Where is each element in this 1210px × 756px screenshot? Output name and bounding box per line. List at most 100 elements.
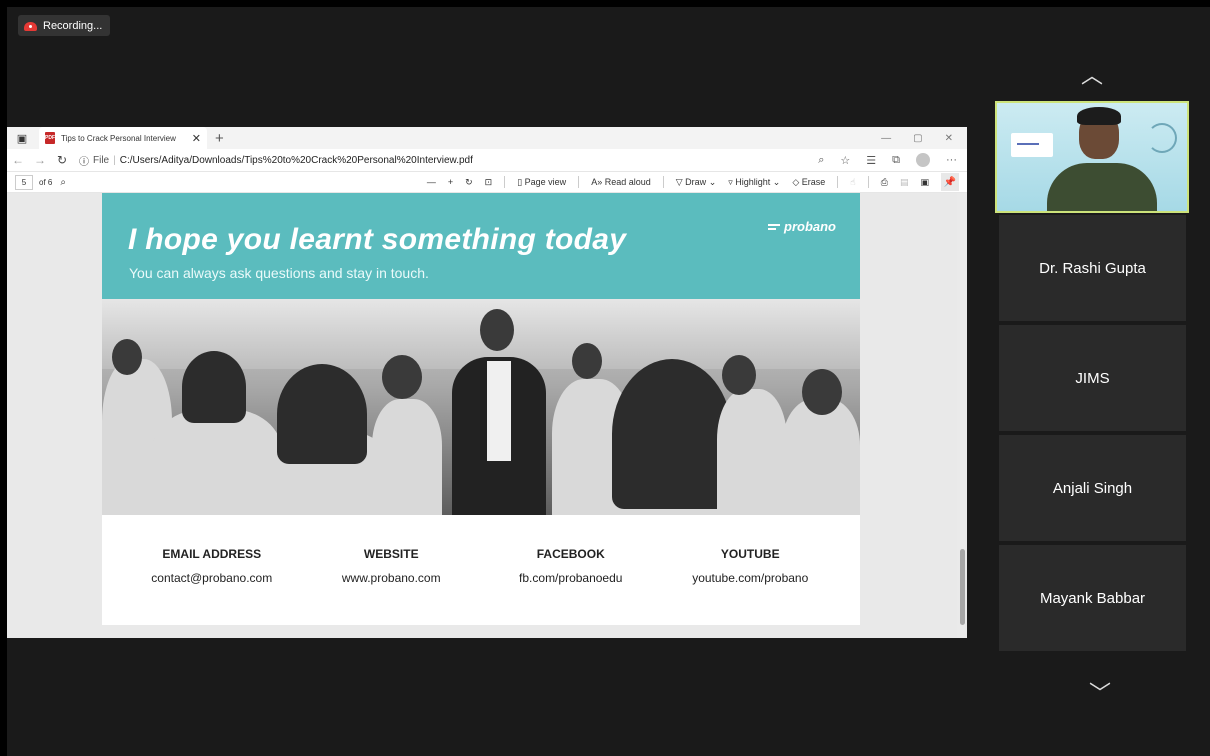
zoom-out-icon[interactable]: — bbox=[427, 177, 436, 187]
contact-label: YOUTUBE bbox=[720, 547, 780, 561]
favorites-icon[interactable]: ☰ bbox=[866, 154, 876, 167]
participant-tile[interactable]: Dr. Rashi Gupta bbox=[999, 215, 1186, 321]
photo-speaker-shirt bbox=[487, 361, 511, 461]
contact-value: contact@probano.com bbox=[151, 571, 273, 585]
shared-browser-window: ▣ PDF Tips to Crack Personal Interview ✕… bbox=[7, 127, 967, 638]
url-scheme-label: File bbox=[93, 154, 110, 166]
photo-figure bbox=[372, 399, 442, 515]
photo-figure bbox=[782, 399, 860, 515]
background-graphic bbox=[1011, 133, 1053, 157]
browser-actions: ⌕ ☆ ☰ ⧉ ··· bbox=[818, 153, 967, 167]
info-icon[interactable]: ⓘ bbox=[79, 153, 89, 168]
participant-name: Anjali Singh bbox=[1052, 479, 1133, 497]
photo-figure bbox=[722, 355, 756, 395]
draw-button[interactable]: ▽ Draw ⌄ bbox=[676, 177, 716, 188]
photo-figure bbox=[112, 339, 142, 375]
page-total: of 6 bbox=[39, 177, 53, 187]
save-as-icon[interactable]: ▣ bbox=[920, 177, 929, 188]
close-window-icon[interactable]: ✕ bbox=[945, 133, 953, 144]
scroll-down-icon[interactable]: ﹀ bbox=[1080, 676, 1120, 708]
read-aloud-label: Read aloud bbox=[604, 177, 651, 187]
rotate-icon[interactable]: ↻ bbox=[465, 177, 473, 188]
collections-icon[interactable]: ⧉ bbox=[892, 154, 900, 167]
group-photo bbox=[102, 299, 860, 515]
scrollbar-thumb[interactable] bbox=[960, 549, 965, 625]
contact-facebook: FACEBOOK fb.com/probanoedu bbox=[486, 547, 656, 625]
erase-label: Erase bbox=[801, 176, 826, 187]
photo-speaker-head bbox=[480, 309, 514, 351]
self-video-tile[interactable] bbox=[995, 101, 1189, 213]
touch-icon[interactable]: ☝ bbox=[850, 177, 855, 188]
slide-subtitle: You can always ask questions and stay in… bbox=[129, 265, 429, 281]
page-view-label: Page view bbox=[524, 176, 567, 187]
forward-icon[interactable]: → bbox=[29, 153, 51, 167]
cloud-record-icon bbox=[24, 21, 37, 31]
divider bbox=[837, 176, 839, 188]
participant-tile[interactable]: Mayank Babbar bbox=[999, 545, 1186, 651]
pdf-scrollbar[interactable] bbox=[957, 193, 967, 638]
refresh-icon[interactable]: ↻ bbox=[51, 153, 73, 167]
participant-body bbox=[1047, 163, 1157, 211]
erase-button[interactable]: ◇ Erase bbox=[792, 177, 825, 188]
fit-page-icon[interactable]: ⊡ bbox=[485, 177, 493, 188]
page-view-button[interactable]: ▯ Page view bbox=[517, 177, 566, 188]
contact-label: WEBSITE bbox=[363, 547, 419, 561]
tab-title: Tips to Crack Personal Interview bbox=[61, 133, 176, 143]
divider bbox=[504, 176, 506, 188]
maximize-icon[interactable]: ▢ bbox=[913, 133, 922, 144]
url-divider: | bbox=[113, 154, 116, 166]
divider bbox=[662, 176, 664, 188]
pdf-toolbar: 5 of 6 ⌕ — + ↻ ⊡ ▯ Page view A» Read alo… bbox=[7, 171, 967, 193]
photo-figure bbox=[382, 355, 422, 399]
new-tab-icon[interactable]: + bbox=[215, 130, 224, 147]
zoom-icon[interactable]: ⌕ bbox=[818, 154, 824, 167]
photo-figure bbox=[717, 389, 787, 515]
more-icon[interactable]: ··· bbox=[946, 154, 957, 166]
participant-name: Dr. Rashi Gupta bbox=[1039, 259, 1146, 277]
minimize-icon[interactable]: — bbox=[881, 133, 891, 144]
print-icon[interactable]: ⎙ bbox=[881, 177, 888, 188]
pdf-tools: — + ↻ ⊡ ▯ Page view A» Read aloud ▽ Draw… bbox=[427, 173, 967, 191]
participant-tile[interactable]: Anjali Singh bbox=[999, 435, 1186, 541]
recording-label: Recording... bbox=[43, 19, 103, 32]
background-graphic bbox=[1147, 123, 1177, 153]
photo-figure bbox=[802, 369, 842, 415]
profile-avatar[interactable] bbox=[916, 153, 930, 167]
recording-indicator[interactable]: Recording... bbox=[18, 15, 111, 36]
save-icon[interactable]: ▤ bbox=[900, 177, 909, 188]
logo-mark-icon bbox=[768, 222, 780, 232]
participant-hair bbox=[1077, 107, 1121, 125]
photo-figure bbox=[277, 364, 367, 464]
url-field[interactable]: ⓘ File | C:/Users/Aditya/Downloads/Tips%… bbox=[79, 153, 473, 168]
background-graphic bbox=[1017, 143, 1039, 145]
pdf-viewer[interactable]: I hope you learnt something today You ca… bbox=[7, 193, 967, 638]
search-icon[interactable]: ⌕ bbox=[60, 177, 66, 188]
read-aloud-button[interactable]: A» Read aloud bbox=[591, 177, 651, 187]
page-number-input[interactable]: 5 bbox=[15, 174, 33, 190]
logo-text: probano bbox=[784, 219, 836, 234]
close-tab-icon[interactable]: ✕ bbox=[192, 132, 201, 145]
contact-value: www.probano.com bbox=[341, 571, 441, 585]
slide-banner: I hope you learnt something today You ca… bbox=[102, 193, 860, 299]
scroll-up-icon[interactable]: ︿ bbox=[1072, 58, 1112, 90]
workspaces-icon[interactable]: ▣ bbox=[15, 131, 29, 145]
window-controls: — ▢ ✕ bbox=[881, 133, 967, 144]
contact-email: EMAIL ADDRESS contact@probano.com bbox=[127, 547, 297, 625]
highlight-label: Highlight bbox=[735, 176, 771, 187]
add-favorite-icon[interactable]: ☆ bbox=[840, 154, 850, 167]
contact-label: FACEBOOK bbox=[536, 547, 605, 561]
zoom-in-icon[interactable]: + bbox=[448, 177, 453, 187]
probano-logo: probano bbox=[768, 219, 836, 234]
tab-pdf[interactable]: PDF Tips to Crack Personal Interview ✕ bbox=[39, 127, 207, 149]
back-icon[interactable]: ← bbox=[7, 153, 29, 167]
address-bar: ← → ↻ ⓘ File | C:/Users/Aditya/Downloads… bbox=[7, 149, 967, 171]
pin-toolbar-icon[interactable]: 📌 bbox=[941, 173, 959, 191]
pdf-file-icon: PDF bbox=[45, 132, 55, 144]
participant-name: JIMS bbox=[1075, 369, 1110, 387]
highlight-button[interactable]: ▿ Highlight ⌄ bbox=[728, 177, 780, 188]
slide-title: I hope you learnt something today bbox=[128, 223, 627, 256]
contact-youtube: YOUTUBE youtube.com/probano bbox=[665, 547, 835, 625]
participant-tile[interactable]: JIMS bbox=[999, 325, 1186, 431]
tab-bar: ▣ PDF Tips to Crack Personal Interview ✕… bbox=[7, 127, 967, 149]
contact-website: WEBSITE www.probano.com bbox=[306, 547, 476, 625]
